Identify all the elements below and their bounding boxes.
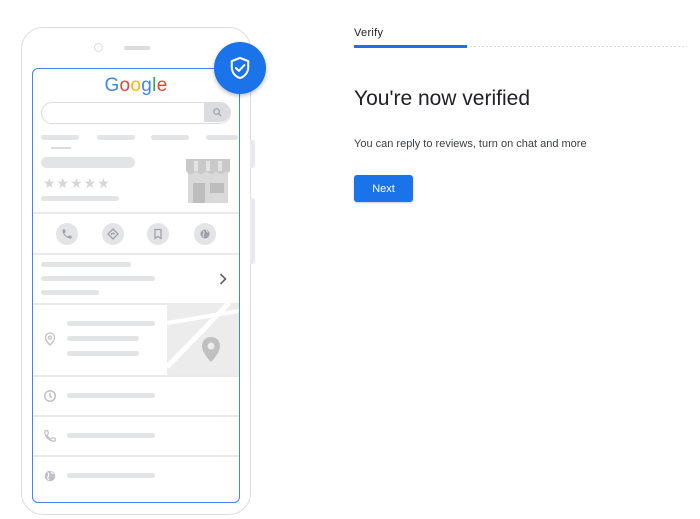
clock-icon <box>41 387 59 405</box>
tab-placeholder <box>151 135 189 140</box>
tab-placeholder <box>97 135 135 140</box>
phone-screen: Google ★★★★★ <box>32 68 240 503</box>
address-line-placeholder <box>67 336 139 341</box>
divider <box>33 212 239 214</box>
divider <box>33 253 239 255</box>
info-line-placeholder <box>41 290 99 295</box>
divider <box>33 375 239 377</box>
info-line-placeholder <box>41 276 155 281</box>
rating-stars: ★★★★★ <box>43 175 111 191</box>
search-bar-placeholder <box>41 102 231 124</box>
next-button[interactable]: Next <box>354 175 413 202</box>
phone-side-button <box>250 198 255 264</box>
phone-icon <box>41 427 59 445</box>
business-name-placeholder <box>41 157 135 168</box>
chevron-right-icon <box>219 272 227 290</box>
search-icon <box>204 103 230 122</box>
speaker-slot <box>124 46 150 50</box>
tab-placeholder <box>206 135 238 140</box>
business-category-placeholder <box>41 196 119 201</box>
phone-line-placeholder <box>67 433 155 438</box>
phone-side-button <box>250 140 255 168</box>
info-line-placeholder <box>41 262 131 267</box>
address-line-placeholder <box>67 321 155 326</box>
step-progress-bar <box>354 45 687 48</box>
directions-icon <box>102 223 124 245</box>
phone-icon <box>56 223 78 245</box>
divider <box>33 415 239 417</box>
page-subtitle: You can reply to reviews, turn on chat a… <box>354 138 587 150</box>
bookmark-icon <box>147 223 169 245</box>
location-pin-icon <box>41 330 59 348</box>
google-logo: Google <box>104 75 168 96</box>
storefront-icon <box>185 159 231 208</box>
divider <box>33 455 239 457</box>
address-line-placeholder <box>67 351 139 356</box>
website-line-placeholder <box>67 473 155 478</box>
tab-indicator <box>51 147 71 149</box>
globe-icon <box>194 223 216 245</box>
hours-line-placeholder <box>67 393 155 398</box>
page-title: You're now verified <box>354 87 531 110</box>
globe-icon <box>41 467 59 485</box>
progress-fill <box>354 45 468 48</box>
tab-placeholder <box>41 135 79 140</box>
shield-check-icon <box>214 42 266 94</box>
camera-dot <box>94 43 103 52</box>
map-thumbnail <box>167 303 239 375</box>
step-label: Verify <box>354 27 384 39</box>
